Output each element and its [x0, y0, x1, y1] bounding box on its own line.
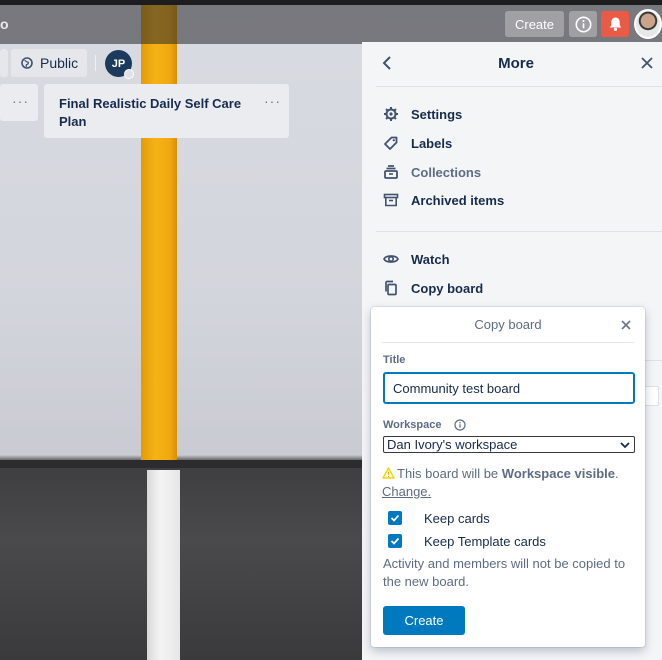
list-menu-icon[interactable]: ···: [264, 93, 281, 109]
archive-icon: [382, 192, 399, 209]
admin-badge: [124, 69, 134, 79]
member-initials: JP: [111, 57, 126, 70]
member-avatar[interactable]: JP: [105, 50, 134, 79]
copy-icon: [382, 280, 399, 297]
user-avatar[interactable]: [634, 9, 662, 39]
workspace-select[interactable]: Dan Ivory's workspace: [383, 436, 635, 453]
visibility-notice: This board will be Workspace visible. Ch…: [382, 465, 638, 501]
sidebar-divider: [376, 231, 662, 232]
visibility-button[interactable]: Public: [11, 49, 87, 77]
title-field-label: Title: [383, 354, 406, 366]
sidebar-item-label: Collections: [411, 164, 482, 180]
keep-template-cards-checkbox[interactable]: [388, 534, 402, 548]
header-top-edge: [0, 0, 662, 5]
notice-prefix: This board will be: [397, 466, 502, 481]
close-popover-button[interactable]: [619, 318, 633, 332]
visibility-label: Public: [40, 55, 79, 71]
sidebar-item-settings[interactable]: Settings: [382, 102, 462, 126]
board-title-input[interactable]: [383, 372, 635, 404]
sidebar-item-watch[interactable]: Watch: [382, 247, 450, 271]
background-yellow-stripe: [141, 0, 177, 466]
collections-icon: [382, 164, 399, 181]
checkmark-icon: [390, 514, 400, 522]
board-menu-button-fragment[interactable]: [0, 49, 8, 77]
bell-icon: [609, 17, 621, 31]
sidebar-divider: [376, 86, 662, 87]
change-visibility-link[interactable]: Change.: [382, 484, 431, 499]
keep-cards-checkbox[interactable]: [388, 511, 402, 525]
sidebar-item-copy-board[interactable]: Copy board: [382, 276, 483, 300]
globe-icon: [21, 57, 33, 69]
sidebar-item-label: Labels: [411, 135, 453, 151]
list-column[interactable]: Final Realistic Daily Self Care Plan ···: [44, 84, 289, 138]
eye-icon: [382, 251, 399, 268]
header-create-button[interactable]: Create: [505, 11, 564, 37]
background-ground-edge: [0, 460, 362, 468]
popover-title: Copy board: [474, 317, 542, 332]
list-column-partial[interactable]: ···: [0, 84, 38, 121]
workspace-info-icon[interactable]: [454, 418, 466, 431]
close-sidebar-button[interactable]: [639, 55, 655, 71]
sidebar-item-archived-items[interactable]: Archived items: [382, 188, 504, 212]
header-divider: [95, 55, 96, 71]
create-button[interactable]: Create: [383, 606, 465, 635]
keep-cards-label: Keep cards: [424, 510, 490, 526]
info-button[interactable]: [569, 11, 597, 37]
sidebar-item-label: Archived items: [411, 192, 505, 208]
sidebar-item-label: Settings: [411, 106, 463, 122]
sidebar-title: More: [498, 55, 534, 72]
close-icon: [641, 57, 653, 69]
label-icon: [382, 135, 399, 152]
close-icon: [621, 320, 631, 330]
keep-template-cards-label: Keep Template cards: [424, 533, 546, 549]
top-header: o Create: [0, 0, 662, 44]
workspace-selected-value: Dan Ivory's workspace: [387, 437, 518, 452]
list-menu-icon[interactable]: ···: [12, 93, 29, 109]
sidebar-item-collections[interactable]: Collections: [382, 160, 481, 184]
sidebar-item-labels[interactable]: Labels: [382, 131, 452, 155]
sidebar-item-label: Watch: [411, 251, 450, 267]
workspace-field-label: Workspace: [383, 419, 442, 431]
notifications-button[interactable]: [601, 11, 629, 37]
background-white-stripe: [147, 470, 180, 660]
notice-visibility: Workspace visible: [501, 466, 615, 481]
keep-template-cards-checkbox-row[interactable]: Keep Template cards: [388, 533, 546, 549]
copy-board-popover: Copy board Title Workspace Dan Ivory's w…: [371, 307, 645, 647]
popover-divider: [382, 342, 634, 343]
gear-icon: [382, 106, 399, 123]
hidden-divider: [645, 360, 662, 361]
notice-suffix: .: [615, 466, 619, 481]
checkmark-icon: [390, 537, 400, 545]
copy-footnote: Activity and members will not be copied …: [383, 556, 626, 589]
sidebar-item-label: Copy board: [411, 280, 484, 296]
hidden-input-edge: [645, 386, 659, 406]
logo-fragment[interactable]: o: [0, 16, 9, 32]
list-title[interactable]: Final Realistic Daily Self Care Plan: [59, 95, 254, 131]
chevron-down-icon: [619, 439, 631, 454]
warning-icon: [382, 466, 395, 479]
info-icon: [575, 16, 591, 32]
keep-cards-checkbox-row[interactable]: Keep cards: [388, 510, 490, 526]
